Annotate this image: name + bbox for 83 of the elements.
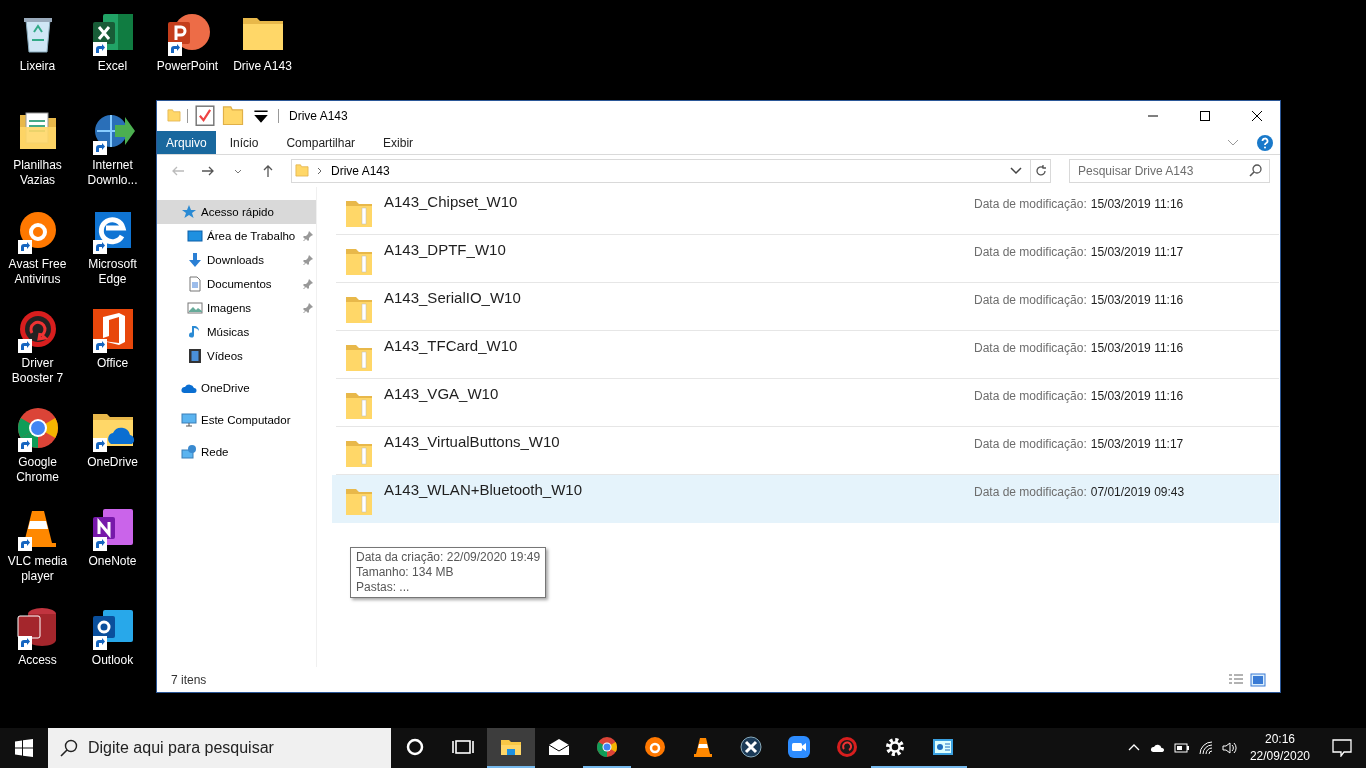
desktop-icon-label[interactable]: Internet Downlo... — [76, 158, 149, 188]
nav-item[interactable]: Imagens — [157, 296, 316, 320]
nav-item[interactable]: Rede — [157, 440, 316, 464]
desktop-icon-label[interactable]: Access — [1, 653, 74, 668]
document-icon — [187, 276, 203, 292]
date-value: 15/03/2019 11:16 — [1090, 197, 1184, 211]
nav-item[interactable]: Área de Trabalho — [157, 224, 316, 248]
folder-name: A143_WLAN+Bluetooth_W10 — [384, 481, 584, 498]
search-field[interactable]: Pesquisar Drive A143 — [1069, 159, 1270, 183]
desktop-icon-label[interactable]: Google Chrome — [1, 455, 74, 485]
desktop-icon-label[interactable]: OneDrive — [76, 455, 149, 470]
picture-icon — [187, 300, 203, 316]
date-label: Data de modificação: — [974, 389, 1087, 403]
date-label: Data de modificação: — [974, 197, 1087, 211]
window-title: Drive A143 — [289, 109, 349, 123]
item-count: 7 itens — [171, 672, 208, 687]
desktop-icon-label[interactable]: OneNote — [76, 554, 149, 569]
nav-item[interactable]: Downloads — [157, 248, 316, 272]
desktop-icon-label[interactable]: Office — [76, 356, 149, 371]
folder-row[interactable]: A143_VGA_W10 Data de modificação: 15/03/2019 11:16 — [336, 379, 1279, 427]
folder-row[interactable]: A143_DPTF_W10 Data de modificação: 15/03/2019 11:17 — [336, 235, 1279, 283]
date-value: 15/03/2019 11:17 — [1090, 245, 1184, 259]
search-icon[interactable] — [1249, 164, 1262, 177]
tooltip: Data da criação: 22/09/2020 19:49 Tamanho: 134 MB Pastas: ... — [350, 547, 547, 598]
ribbon-tab[interactable]: Compartilhar — [272, 131, 370, 154]
ribbon-tab[interactable]: Exibir — [369, 131, 428, 154]
date-value: 15/03/2019 11:16 — [1090, 293, 1184, 307]
taskbar-search-field[interactable]: Digite aqui para pesquisar — [48, 728, 391, 768]
date-label: Data de modificação: — [974, 293, 1087, 307]
close-icon[interactable] — [1251, 110, 1263, 122]
nav-item[interactable]: Vídeos — [157, 344, 316, 368]
date-value: 15/03/2019 11:16 — [1090, 389, 1184, 403]
properties-icon[interactable] — [194, 105, 216, 127]
desktop-icon-label[interactable]: Excel — [76, 59, 149, 74]
folder-name: A143_Chipset_W10 — [384, 193, 519, 210]
folder-name: A143_SerialIO_W10 — [384, 289, 522, 306]
maximize-icon[interactable] — [1199, 110, 1211, 122]
folder-name: A143_VGA_W10 — [384, 385, 500, 402]
breadcrumb-item[interactable]: Drive A143 — [331, 164, 1002, 178]
nav-item[interactable]: Documentos — [157, 272, 316, 296]
desktop-icon-label[interactable]: PowerPoint — [151, 59, 224, 74]
desktop-icon-label[interactable]: Microsoft Edge — [76, 257, 149, 287]
folder-icon — [167, 108, 181, 124]
desktop-icon-label[interactable]: Outlook — [76, 653, 149, 668]
date-label: Data de modificação: — [974, 437, 1087, 451]
nav-item[interactable]: Este Computador — [157, 408, 316, 432]
nav-item[interactable]: Acesso rápido — [157, 200, 316, 224]
folder-row[interactable]: A143_WLAN+Bluetooth_W10 Data de modificação: 07/01/2019 09:43 — [332, 475, 1279, 523]
date-label: Data de modificação: — [974, 341, 1087, 355]
folder-name: A143_DPTF_W10 — [384, 241, 507, 258]
folder-row[interactable]: A143_TFCard_W10 Data de modificação: 15/03/2019 11:16 — [336, 331, 1279, 379]
folder-row[interactable]: A143_Chipset_W10 Data de modificação: 15/03/2019 11:16 — [336, 187, 1279, 235]
folder-icon[interactable] — [487, 728, 535, 768]
desktop-icon-label[interactable]: VLC media player — [1, 554, 74, 584]
down-arrow-icon — [187, 252, 203, 268]
windows-logo-icon[interactable] — [15, 739, 33, 757]
folder-name: A143_VirtualButtons_W10 — [384, 433, 561, 450]
date-label: Data de modificação: — [974, 485, 1087, 499]
desktop-icon-label[interactable]: Avast Free Antivirus — [1, 257, 74, 287]
film-icon — [187, 348, 203, 364]
desktop-icon-label[interactable]: Driver Booster 7 — [1, 356, 74, 386]
monitor-icon — [187, 228, 203, 244]
clock[interactable]: 20:16 22/09/2020 — [1241, 731, 1318, 765]
date-value: 15/03/2019 11:17 — [1090, 437, 1184, 451]
ribbon-tab[interactable]: Início — [215, 131, 273, 154]
folder-name: A143_TFCard_W10 — [384, 337, 519, 354]
desktop-icon-label[interactable]: Planilhas Vazias — [1, 158, 74, 188]
address-bar[interactable]: Drive A143 — [291, 159, 1051, 183]
nav-item[interactable]: Músicas — [157, 320, 316, 344]
computer-icon — [181, 412, 197, 428]
nav-item[interactable]: OneDrive — [157, 376, 316, 400]
date-value: 07/01/2019 09:43 — [1090, 485, 1185, 499]
network-icon — [181, 444, 197, 460]
date-value: 15/03/2019 11:16 — [1090, 341, 1184, 355]
desktop-icon-label[interactable]: Lixeira — [1, 59, 74, 74]
folder-row[interactable]: A143_SerialIO_W10 Data de modificação: 15/03/2019 11:16 — [336, 283, 1279, 331]
ribbon-tab[interactable]: Arquivo — [157, 131, 216, 154]
search-icon — [60, 739, 78, 757]
desktop-icon-label[interactable]: Drive A143 — [226, 59, 299, 74]
folder-icon — [295, 163, 309, 179]
large-icons-view-icon[interactable] — [1250, 672, 1266, 687]
date-label: Data de modificação: — [974, 245, 1087, 259]
star-icon — [181, 204, 197, 220]
